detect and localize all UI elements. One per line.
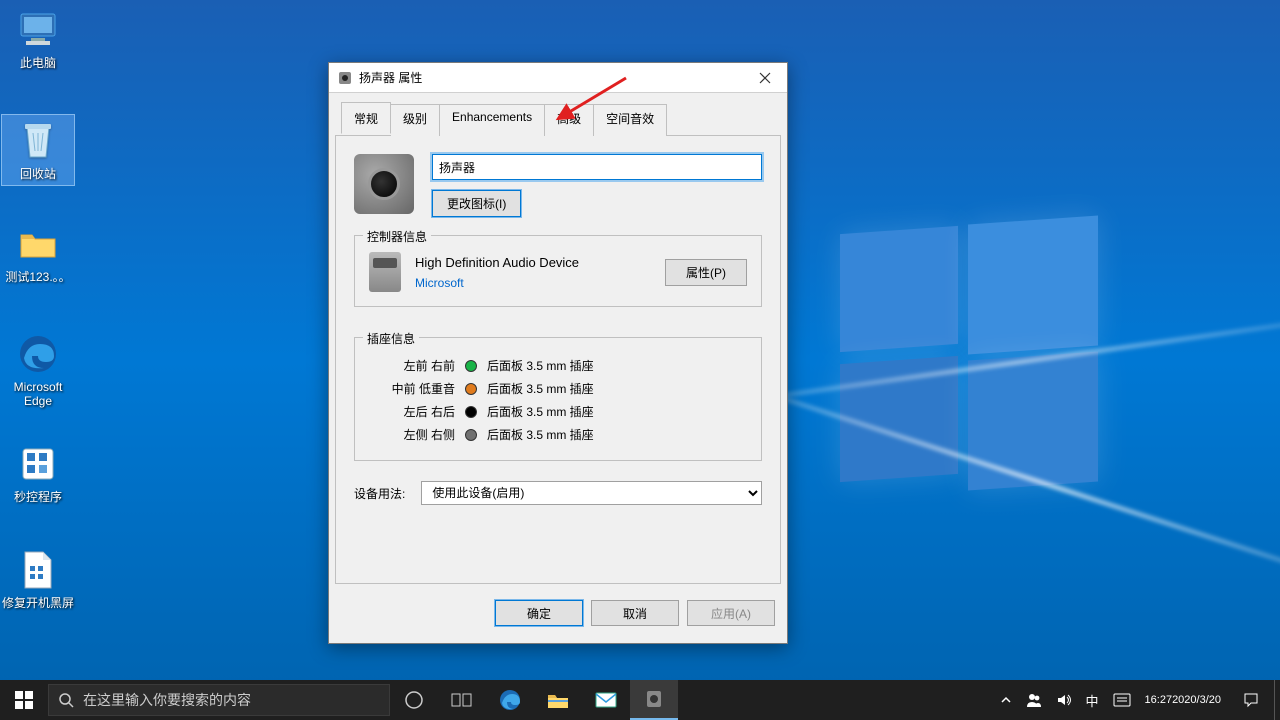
jack-description: 后面板 3.5 mm 插座	[487, 426, 747, 443]
dialog-title: 扬声器 属性	[359, 69, 742, 86]
tab-general[interactable]: 常规	[341, 102, 391, 134]
edge-icon	[16, 332, 60, 376]
cancel-button[interactable]: 取消	[591, 600, 679, 626]
recycle-bin-icon	[16, 119, 60, 163]
dialog-buttons: 确定 取消 应用(A)	[329, 590, 787, 638]
close-icon	[759, 72, 771, 84]
desktop-icon-folder[interactable]: 测试123.。。	[2, 222, 74, 284]
taskbar-item-explorer[interactable]	[534, 680, 582, 720]
desktop-icon-label: Microsoft Edge	[2, 380, 74, 408]
volume-icon	[1056, 692, 1072, 708]
change-icon-button[interactable]: 更改图标(I)	[432, 190, 521, 217]
device-large-icon	[354, 154, 414, 214]
jack-info-group: 插座信息 左前 右前后面板 3.5 mm 插座中前 低重音后面板 3.5 mm …	[354, 337, 762, 461]
task-view-button[interactable]	[438, 680, 486, 720]
tray-keyboard[interactable]	[1106, 680, 1138, 720]
controller-vendor-link[interactable]: Microsoft	[415, 276, 579, 290]
edge-icon	[498, 688, 522, 712]
taskbar-item-edge[interactable]	[486, 680, 534, 720]
clock-date: 2020/3/20	[1172, 694, 1221, 707]
tray-show-hidden[interactable]	[993, 680, 1019, 720]
chevron-up-icon	[1000, 694, 1012, 706]
desktop-icon-label: 此电脑	[2, 56, 74, 70]
people-icon	[1026, 692, 1042, 708]
tray-clock[interactable]: 16:27 2020/3/20	[1138, 680, 1228, 720]
jack-group-label: 插座信息	[363, 330, 419, 347]
speaker-properties-dialog: 扬声器 属性 常规 级别 Enhancements 高级 空间音效 更改图标(I…	[328, 62, 788, 644]
desktop-icon-this-pc[interactable]: 此电脑	[2, 8, 74, 70]
taskbar-item-sound-settings[interactable]	[630, 680, 678, 720]
jack-color-icon	[465, 383, 477, 395]
controller-name: High Definition Audio Device	[415, 255, 579, 270]
speaker-settings-icon	[643, 688, 665, 710]
system-tray: 中 16:27 2020/3/20	[993, 680, 1280, 720]
tab-spatial-sound[interactable]: 空间音效	[594, 104, 667, 136]
this-pc-icon	[16, 8, 60, 52]
tab-levels[interactable]: 级别	[391, 104, 440, 136]
jack-row: 左后 右后 后面板 3.5 mm 插座	[369, 400, 747, 423]
tray-notifications[interactable]	[1228, 680, 1274, 720]
explorer-icon	[546, 689, 570, 711]
jack-row: 中前 低重音 后面板 3.5 mm 插座	[369, 377, 747, 400]
search-icon	[49, 692, 83, 708]
windows-logo-icon	[840, 230, 1100, 490]
controller-icon	[369, 252, 401, 292]
jack-description: 后面板 3.5 mm 插座	[487, 403, 747, 420]
controller-group-label: 控制器信息	[363, 228, 431, 245]
apply-button[interactable]: 应用(A)	[687, 600, 775, 626]
jack-channel-label: 中前 低重音	[369, 380, 455, 397]
desktop-icon-label: 测试123.。。	[2, 270, 74, 284]
speaker-icon	[337, 70, 353, 86]
jack-color-icon	[465, 429, 477, 441]
jack-color-icon	[465, 406, 477, 418]
tab-panel-general: 更改图标(I) 控制器信息 High Definition Audio Devi…	[335, 136, 781, 584]
jack-row: 左侧 右侧 后面板 3.5 mm 插座	[369, 423, 747, 446]
desktop-icon-edge[interactable]: Microsoft Edge	[2, 332, 74, 408]
jack-channel-label: 左侧 右侧	[369, 426, 455, 443]
tray-people[interactable]	[1019, 680, 1049, 720]
device-usage-select[interactable]: 使用此设备(启用)	[421, 481, 762, 505]
windows-start-icon	[15, 691, 33, 709]
start-button[interactable]	[0, 680, 48, 720]
jack-channel-label: 左后 右后	[369, 403, 455, 420]
taskbar: 在这里输入你要搜索的内容 中 16:27 2020/3/20	[0, 680, 1280, 720]
cortana-icon	[404, 690, 424, 710]
tabstrip: 常规 级别 Enhancements 高级 空间音效	[335, 97, 781, 136]
controller-properties-button[interactable]: 属性(P)	[665, 259, 747, 286]
device-usage-label: 设备用法:	[354, 485, 405, 502]
device-name-input[interactable]	[432, 154, 762, 180]
desktop-icon-label: 回收站	[2, 167, 74, 181]
document-icon	[16, 548, 60, 592]
desktop-icon-label: 修复开机黑屏	[2, 596, 74, 610]
mail-icon	[594, 690, 618, 710]
tab-advanced[interactable]: 高级	[545, 104, 594, 136]
taskbar-item-mail[interactable]	[582, 680, 630, 720]
taskbar-search[interactable]: 在这里输入你要搜索的内容	[48, 684, 390, 716]
jack-channel-label: 左前 右前	[369, 357, 455, 374]
jack-description: 后面板 3.5 mm 插座	[487, 380, 747, 397]
tray-ime[interactable]: 中	[1079, 680, 1106, 720]
close-button[interactable]	[742, 63, 787, 92]
desktop-icon-program[interactable]: 秒控程序	[2, 442, 74, 504]
jack-row: 左前 右前 后面板 3.5 mm 插座	[369, 354, 747, 377]
search-placeholder: 在这里输入你要搜索的内容	[83, 690, 251, 710]
desktop-icon-repair[interactable]: 修复开机黑屏	[2, 548, 74, 610]
notification-icon	[1242, 691, 1260, 709]
dialog-titlebar[interactable]: 扬声器 属性	[329, 63, 787, 93]
jack-description: 后面板 3.5 mm 插座	[487, 357, 747, 374]
clock-time: 16:27	[1145, 694, 1173, 707]
tray-volume[interactable]	[1049, 680, 1079, 720]
tab-enhancements[interactable]: Enhancements	[440, 104, 545, 136]
desktop-icon-label: 秒控程序	[2, 490, 74, 504]
ok-button[interactable]: 确定	[495, 600, 583, 626]
desktop-icon-recycle-bin[interactable]: 回收站	[2, 115, 74, 185]
show-desktop-button[interactable]	[1274, 680, 1280, 720]
keyboard-icon	[1113, 693, 1131, 707]
task-view-icon	[451, 691, 473, 709]
cortana-button[interactable]	[390, 680, 438, 720]
program-icon	[16, 442, 60, 486]
jack-color-icon	[465, 360, 477, 372]
folder-icon	[16, 222, 60, 266]
controller-info-group: 控制器信息 High Definition Audio Device Micro…	[354, 235, 762, 307]
